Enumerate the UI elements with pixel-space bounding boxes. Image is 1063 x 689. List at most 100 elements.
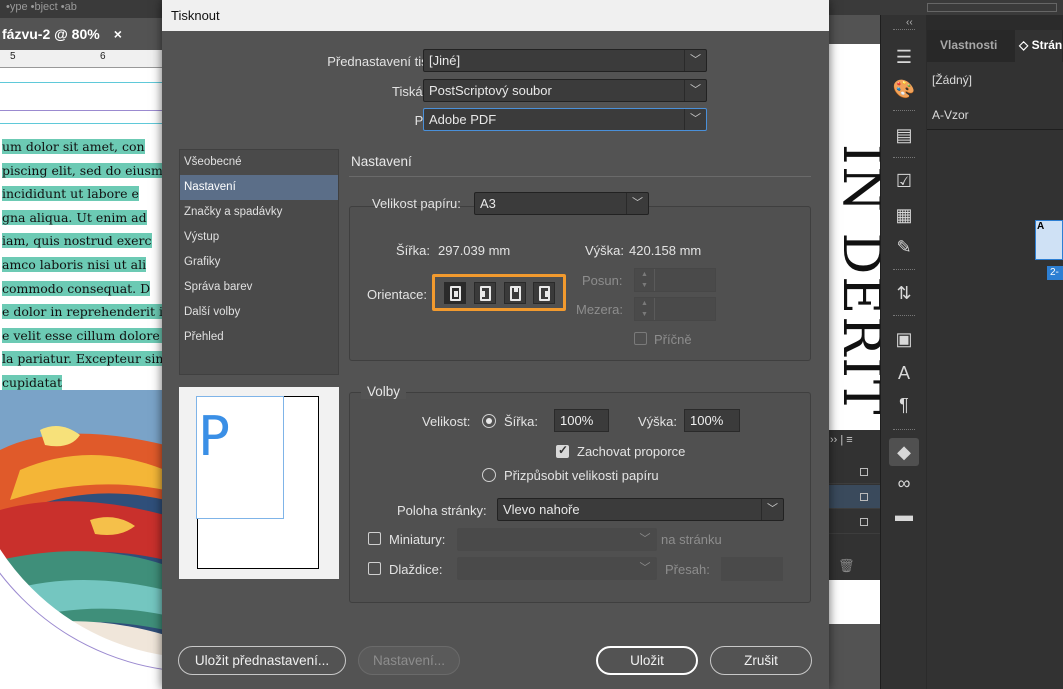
painting-image[interactable] bbox=[0, 390, 165, 689]
close-icon[interactable]: × bbox=[114, 26, 122, 42]
stepper-arrows-icon[interactable]: ▲ ▼ bbox=[635, 298, 655, 320]
link-icon[interactable]: ∞ bbox=[889, 469, 919, 497]
category-item-graphics[interactable]: Grafiky bbox=[180, 250, 338, 275]
fit-to-paper-radio[interactable] bbox=[482, 468, 496, 482]
scale-height-input[interactable]: 100% bbox=[684, 409, 740, 432]
palette-icon[interactable]: 🎨 bbox=[889, 75, 919, 103]
pages-panel: Vlastnosti ◇ Strán [Žádný] A-Vzor A 2- bbox=[927, 30, 1063, 689]
setup-button[interactable]: Nastavení... bbox=[358, 646, 460, 675]
thumbnails-select[interactable]: ﹀ bbox=[457, 528, 657, 551]
text-line: piscing elit, sed do eiusm bbox=[2, 162, 163, 178]
preset-select[interactable]: [Jiné] ﹀ bbox=[423, 49, 707, 72]
links-icon[interactable]: ⇅ bbox=[889, 279, 919, 307]
category-item-marks-bleed[interactable]: Značky a spadávky bbox=[180, 200, 338, 225]
text-line: iam, quis nostrud exerc bbox=[2, 233, 152, 249]
offset-input[interactable]: ▲ ▼ bbox=[634, 268, 716, 292]
print-preview[interactable]: P bbox=[179, 387, 339, 579]
cancel-button[interactable]: Zrušit bbox=[710, 646, 812, 675]
collapse-panels-icon[interactable]: ‹‹ bbox=[906, 17, 913, 28]
orientation-landscape-button[interactable] bbox=[474, 282, 496, 304]
text-line: um dolor sit amet, con bbox=[2, 139, 145, 154]
orientation-mark bbox=[454, 291, 458, 297]
text-line: la pariatur. Excepteur sin bbox=[2, 351, 164, 367]
tiles-label: Dlaždice: bbox=[389, 562, 443, 577]
layer-target[interactable] bbox=[860, 468, 868, 476]
overlap-input[interactable] bbox=[721, 557, 783, 581]
grip[interactable] bbox=[893, 110, 915, 112]
scale-radio[interactable] bbox=[482, 414, 496, 428]
paper-width-label: Šířka: bbox=[396, 243, 430, 258]
chat-icon[interactable]: ▬ bbox=[889, 501, 919, 529]
stepper-arrows-icon[interactable]: ▲ ▼ bbox=[635, 269, 655, 291]
document-tab[interactable]: fázvu-2 @ 80% × bbox=[0, 18, 165, 50]
text-line: gna aliqua. Ut enim ad bbox=[2, 209, 147, 225]
tiles-select[interactable]: ﹀ bbox=[457, 557, 657, 580]
trash-icon[interactable]: 🗑 bbox=[838, 558, 855, 574]
category-list: Všeobecné Nastavení Značky a spadávky Vý… bbox=[179, 149, 339, 375]
gap-label: Mezera: bbox=[576, 302, 623, 317]
paper-size-value: A3 bbox=[480, 196, 496, 211]
edit-notes-icon[interactable]: ✎ bbox=[889, 233, 919, 261]
category-item-general[interactable]: Všeobecné bbox=[180, 150, 338, 175]
comment-icon[interactable]: ▤ bbox=[889, 121, 919, 149]
category-item-advanced[interactable]: Další volby bbox=[180, 300, 338, 325]
character-style-icon[interactable]: A bbox=[889, 359, 919, 387]
paragraph-style-icon[interactable]: ¶ bbox=[889, 391, 919, 419]
horizontal-ruler: 5 6 bbox=[0, 50, 165, 68]
options-group-title: Volby bbox=[361, 384, 407, 399]
tiles-checkbox[interactable] bbox=[368, 562, 381, 575]
category-item-output[interactable]: Výstup bbox=[180, 225, 338, 250]
category-item-color-management[interactable]: Správa barev bbox=[180, 275, 338, 300]
master-none-item[interactable]: [Žádný] bbox=[932, 73, 972, 87]
master-a-item[interactable]: A-Vzor bbox=[932, 108, 969, 122]
thumbnails-checkbox[interactable] bbox=[368, 532, 381, 545]
paper-group bbox=[349, 206, 811, 361]
category-item-setup[interactable]: Nastavení bbox=[180, 175, 338, 200]
gap-input[interactable]: ▲ ▼ bbox=[634, 297, 716, 321]
layer-row[interactable] bbox=[822, 510, 880, 534]
orientation-group bbox=[432, 274, 566, 311]
ppd-select[interactable]: Adobe PDF ﹀ bbox=[423, 108, 707, 131]
layer-row[interactable] bbox=[822, 460, 880, 484]
save-preset-button[interactable]: Uložit přednastavení... bbox=[178, 646, 346, 675]
paper-size-select[interactable]: A3 ﹀ bbox=[474, 192, 649, 215]
orientation-mark bbox=[545, 291, 549, 297]
tab-pages[interactable]: ◇ Strán bbox=[1015, 30, 1063, 62]
printer-select[interactable]: PostScriptový soubor ﹀ bbox=[423, 79, 707, 102]
grip[interactable] bbox=[893, 315, 915, 317]
search-box[interactable] bbox=[927, 3, 1057, 12]
guide-line bbox=[0, 123, 165, 124]
page-thumbnail-master-letter: A bbox=[1037, 221, 1045, 232]
layers-panel-header[interactable]: ›› | ≡ bbox=[830, 434, 853, 446]
category-item-summary[interactable]: Přehled bbox=[180, 325, 338, 350]
menu-bar[interactable]: •ype •bject •ab bbox=[0, 0, 165, 18]
layer-target[interactable] bbox=[860, 493, 868, 501]
chevron-down-icon: ﹀ bbox=[626, 193, 648, 214]
grip[interactable] bbox=[893, 157, 915, 159]
orientation-reverse-portrait-button[interactable] bbox=[504, 282, 526, 304]
layers-panel[interactable]: ›› | ≡ 🗑 bbox=[822, 430, 880, 580]
text-frame[interactable]: um dolor sit amet, con piscing elit, sed… bbox=[0, 138, 165, 398]
folder-icon[interactable]: ▣ bbox=[889, 325, 919, 353]
page-position-select[interactable]: Vlevo nahoře ﹀ bbox=[497, 498, 784, 521]
dialog-title: Tisknout bbox=[162, 0, 829, 31]
scale-label: Velikost: bbox=[422, 414, 471, 429]
layer-row[interactable] bbox=[822, 485, 880, 509]
scale-width-input[interactable]: 100% bbox=[554, 409, 609, 432]
notes-icon[interactable]: ▦ bbox=[889, 201, 919, 229]
tab-properties[interactable]: Vlastnosti bbox=[940, 38, 997, 52]
grip[interactable] bbox=[893, 269, 915, 271]
review-icon[interactable]: ☑ bbox=[889, 167, 919, 195]
layer-target[interactable] bbox=[860, 518, 868, 526]
orientation-reverse-landscape-button[interactable] bbox=[533, 282, 555, 304]
text-line: e dolor in reprehenderit i bbox=[2, 304, 164, 320]
layers-icon[interactable]: ◆ bbox=[889, 438, 919, 466]
paper-height-value: 420.158 mm bbox=[629, 243, 702, 258]
grip[interactable] bbox=[893, 29, 915, 31]
keep-proportions-checkbox[interactable] bbox=[556, 443, 569, 458]
save-button[interactable]: Uložit bbox=[596, 646, 698, 675]
grip[interactable] bbox=[893, 429, 915, 431]
menu-icon[interactable]: ☰ bbox=[889, 43, 919, 71]
transverse-checkbox[interactable] bbox=[634, 332, 647, 345]
orientation-portrait-button[interactable] bbox=[444, 282, 466, 304]
